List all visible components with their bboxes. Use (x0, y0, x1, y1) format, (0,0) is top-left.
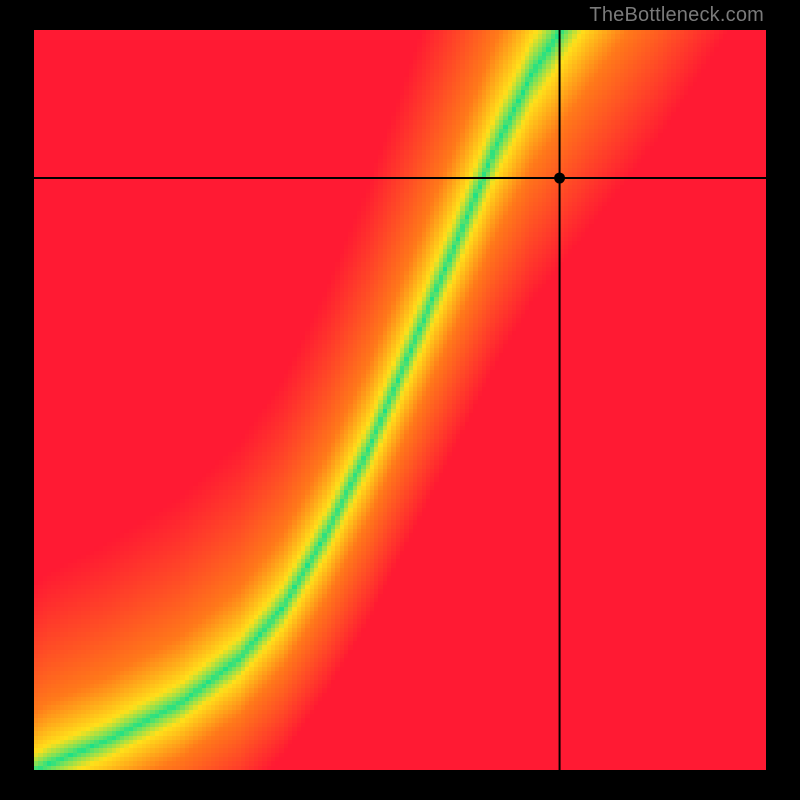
watermark-text: TheBottleneck.com (589, 4, 764, 27)
heatmap-plot (34, 30, 766, 770)
heatmap-canvas (34, 30, 766, 770)
chart-stage: TheBottleneck.com (0, 0, 800, 800)
